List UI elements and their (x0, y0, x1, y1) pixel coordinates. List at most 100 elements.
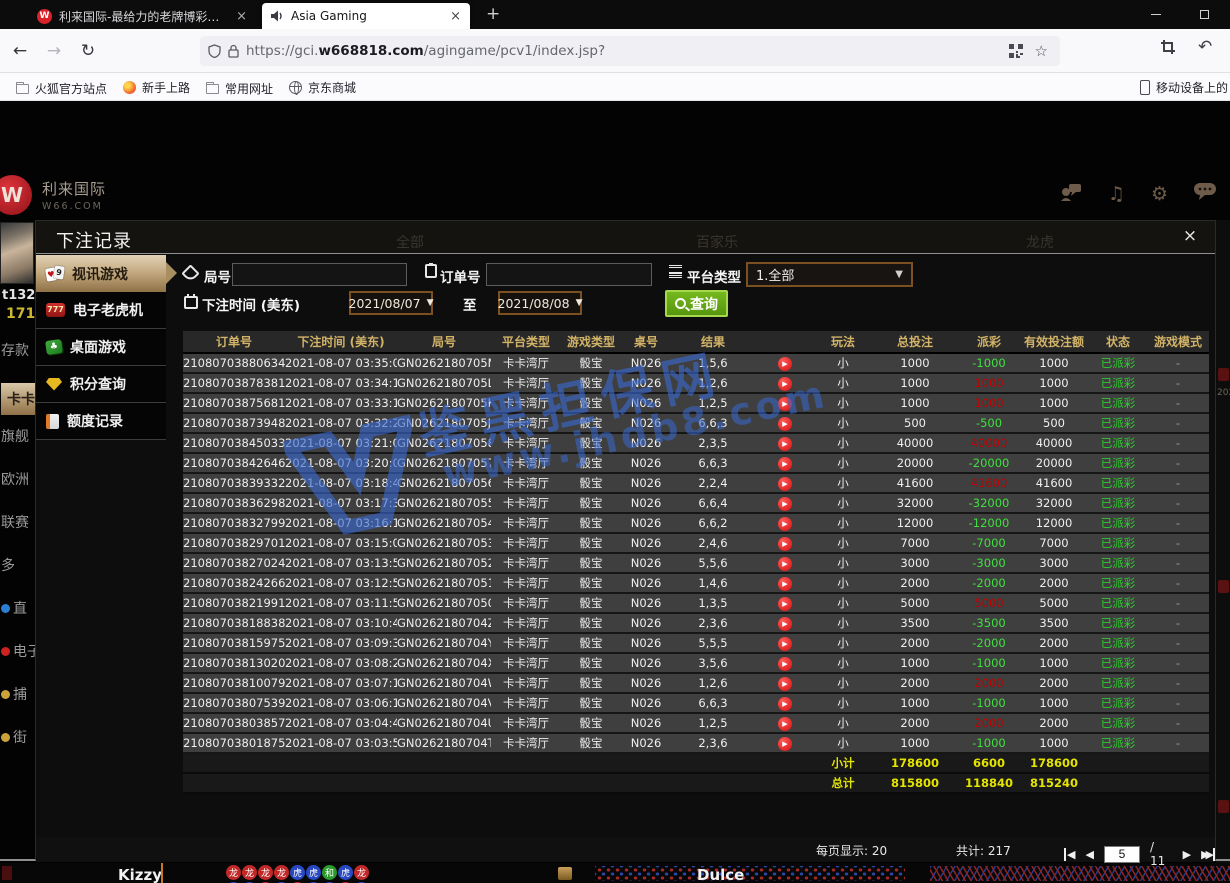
roadmap-cell: 龙 (274, 865, 289, 880)
brand-name: 利来国际 (42, 178, 106, 199)
close-icon[interactable]: × (1179, 226, 1201, 246)
tab-asia-gaming[interactable]: Asia Gaming × (262, 3, 470, 29)
replay-play-icon[interactable]: ▶ (778, 377, 792, 391)
to-label: 至 (463, 294, 477, 314)
bookmark-mobile[interactable]: 移动设备上的 (1140, 73, 1228, 101)
replay-play-icon[interactable]: ▶ (778, 557, 792, 571)
table-cell: 2000 (1019, 573, 1089, 593)
replay-play-icon[interactable]: ▶ (778, 477, 792, 491)
shield-icon[interactable] (208, 44, 221, 58)
bookmark-item[interactable]: 火狐官方站点 (16, 75, 107, 103)
replay-play-icon[interactable]: ▶ (778, 437, 792, 451)
replay-play-icon[interactable]: ▶ (778, 697, 792, 711)
support-chat-icon[interactable] (1060, 183, 1082, 201)
table-cell: GN0262180704Y (397, 633, 491, 653)
table-row: 2108070382199112021-08-07 03:11:52GN0262… (183, 593, 1209, 613)
table-cell: N026 (621, 433, 671, 453)
tab-lilai[interactable]: W 利来国际-最给力的老牌博彩网站 × (28, 3, 256, 29)
table-cell: 2021-08-07 03:17:36 (285, 493, 397, 513)
site-logo[interactable]: W 利来国际 W66.COM (6, 175, 106, 215)
replay-play-icon[interactable]: ▶ (778, 637, 792, 651)
url-bar[interactable]: https://gci.w668818.com/agingame/pcv1/in… (200, 36, 1060, 66)
replay-play-icon[interactable]: ▶ (778, 357, 792, 371)
last-page-button[interactable]: ▶▶ (1201, 848, 1215, 861)
table-cell: 3,5,6 (671, 653, 755, 673)
table-cell: - (1147, 593, 1209, 613)
replay-play-icon[interactable]: ▶ (778, 737, 792, 751)
table-cell: 5000 (1019, 593, 1089, 613)
chat-bubble-icon[interactable] (1194, 183, 1216, 200)
table-cell: 小 (815, 453, 871, 473)
table-cell: -1000 (959, 733, 1019, 753)
tab-close-icon[interactable]: × (450, 9, 461, 24)
table-cell: 6,6,2 (671, 513, 755, 533)
date-from-picker[interactable]: 2021/08/07 ▼ (349, 291, 433, 315)
table-cell: 骰宝 (561, 693, 621, 713)
music-icon[interactable]: ♫ (1108, 183, 1125, 205)
window-minimize-button[interactable] (1134, 0, 1178, 28)
settings-gear-icon[interactable]: ⚙ (1151, 183, 1168, 205)
table-cell: 12000 (1019, 513, 1089, 533)
table-cell: ▶ (755, 733, 815, 753)
next-page-button[interactable]: ▶ (1183, 848, 1191, 861)
first-page-button[interactable]: ◀ (1064, 848, 1075, 861)
menu-item-额度记录[interactable]: 额度记录 (36, 403, 166, 440)
qr-code-icon[interactable] (1009, 44, 1023, 58)
lock-icon[interactable] (228, 44, 239, 58)
search-button[interactable]: 查询 (665, 290, 728, 317)
bookmark-item[interactable]: 常用网址 (206, 75, 273, 103)
table-cell: 2000 (1019, 673, 1089, 693)
reload-button[interactable]: ↻ (74, 37, 102, 65)
round-input[interactable] (232, 263, 407, 286)
replay-play-icon[interactable]: ▶ (778, 677, 792, 691)
table-cell: 1,2,6 (671, 373, 755, 393)
bookmarks-bar: 火狐官方站点新手上路常用网址京东商城 移动设备上的 (0, 73, 1230, 101)
background-menu-item: 存款 (1, 340, 35, 360)
order-input[interactable] (486, 263, 652, 286)
table-cell: N026 (621, 573, 671, 593)
table-cell: 7000 (871, 533, 959, 553)
cards-icon: ♥9 (46, 266, 64, 282)
table-cell: -3000 (959, 553, 1019, 573)
column-header: 派彩 (959, 331, 1019, 353)
modal-menu: ♥9视讯游戏777电子老虎机♣桌面游戏积分查询额度记录 (36, 255, 166, 440)
date-to-picker[interactable]: 2021/08/08 ▼ (498, 291, 582, 315)
tab-close-icon[interactable]: × (236, 9, 247, 24)
replay-play-icon[interactable]: ▶ (778, 657, 792, 671)
menu-item-积分查询[interactable]: 积分查询 (36, 366, 166, 403)
table-cell: 已派彩 (1089, 613, 1147, 633)
forward-button[interactable]: → (40, 37, 68, 65)
replay-play-icon[interactable]: ▶ (778, 537, 792, 551)
quota-icon (46, 414, 59, 429)
platform-select[interactable]: 1.全部 ▼ (746, 262, 913, 287)
prev-page-button[interactable]: ◀ (1085, 848, 1093, 861)
table-cell: ▶ (755, 593, 815, 613)
replay-play-icon[interactable]: ▶ (778, 417, 792, 431)
replay-play-icon[interactable]: ▶ (778, 497, 792, 511)
replay-play-icon[interactable]: ▶ (778, 717, 792, 731)
replay-play-icon[interactable]: ▶ (778, 617, 792, 631)
replay-play-icon[interactable]: ▶ (778, 457, 792, 471)
replay-play-icon[interactable]: ▶ (778, 397, 792, 411)
background-fragment-text: 202 (1217, 388, 1230, 398)
table-cell: GN02621807050 (397, 593, 491, 613)
new-tab-button[interactable]: + (486, 4, 500, 24)
table-cell: - (1147, 613, 1209, 633)
page-number-input[interactable] (1104, 846, 1140, 863)
menu-item-视讯游戏[interactable]: ♥9视讯游戏 (36, 255, 166, 292)
back-button[interactable]: ← (6, 37, 34, 65)
bookmark-item[interactable]: 京东商城 (289, 73, 356, 101)
replay-play-icon[interactable]: ▶ (778, 517, 792, 531)
replay-play-icon[interactable]: ▶ (778, 577, 792, 591)
window-maximize-button[interactable] (1182, 0, 1226, 28)
replay-play-icon[interactable]: ▶ (778, 597, 792, 611)
bookmark-star-icon[interactable]: ☆ (1035, 42, 1048, 60)
screenshot-crop-icon[interactable] (1160, 39, 1176, 55)
menu-item-电子老虎机[interactable]: 777电子老虎机 (36, 292, 166, 329)
restore-undo-icon[interactable]: ↶ (1198, 39, 1212, 55)
menu-item-桌面游戏[interactable]: ♣桌面游戏 (36, 329, 166, 366)
table-cell: - (1147, 513, 1209, 533)
table-cell: 骰宝 (561, 433, 621, 453)
table-cell: ▶ (755, 373, 815, 393)
bookmark-item[interactable]: 新手上路 (123, 73, 190, 101)
